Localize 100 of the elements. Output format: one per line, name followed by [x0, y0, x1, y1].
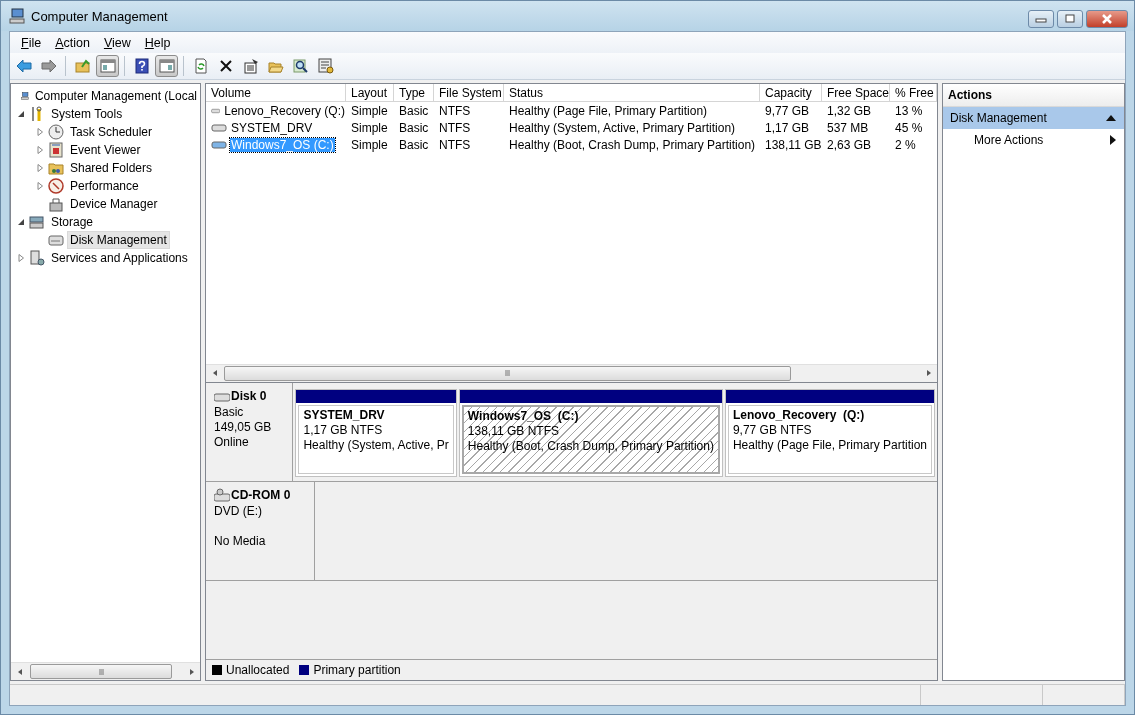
- clock-icon: [48, 124, 64, 140]
- collapsed-triangle-icon: [36, 128, 44, 136]
- tree-item[interactable]: Task Scheduler: [67, 123, 156, 141]
- shared-folder-icon: [48, 160, 64, 176]
- tree-item[interactable]: Disk Management: [67, 231, 170, 249]
- scroll-left-icon: [211, 369, 218, 377]
- column-header[interactable]: Capacity: [760, 84, 822, 102]
- action-pane-icon: [158, 58, 175, 74]
- collapsed-triangle-icon: [17, 254, 25, 262]
- table-cell: Basic: [399, 103, 429, 118]
- disk-name: CD-ROM 0: [231, 488, 291, 503]
- collapsed-triangle-icon: [36, 164, 44, 172]
- partition-status: Healthy (Boot, Crash Dump, Primary Partition): [467, 438, 714, 454]
- submenu-arrow-icon: [1110, 135, 1116, 145]
- collapsed-triangle-icon: [36, 146, 44, 154]
- scroll-left-icon: [16, 667, 23, 676]
- legend-label: Unallocated: [226, 663, 290, 677]
- column-header[interactable]: % Free: [890, 84, 937, 102]
- table-cell: Basic: [399, 137, 429, 152]
- performance-icon: [48, 178, 64, 194]
- menu-item[interactable]: Action: [48, 35, 97, 50]
- device-icon: [48, 196, 64, 212]
- disk-info: No Media: [214, 533, 267, 549]
- tree-item[interactable]: Event Viewer: [67, 141, 144, 159]
- partition-block[interactable]: Lenovo_Recovery (Q:) 9,77 GB NTFS Healthy (Page File, Primary Partition: [724, 388, 935, 477]
- partition-name: Lenovo_Recovery (Q:): [732, 407, 866, 423]
- tree-item[interactable]: Computer Management (Local: [31, 87, 200, 105]
- table-cell: 2,63 GB: [827, 137, 872, 152]
- tree-item[interactable]: Device Manager: [67, 195, 161, 213]
- table-cell: Healthy (Boot, Crash Dump, Primary Partition): [509, 137, 756, 152]
- horizontal-scrollbar[interactable]: [206, 363, 937, 382]
- action-link[interactable]: More Actions: [974, 133, 1044, 147]
- table-cell: 9,77 GB: [765, 103, 810, 118]
- table-cell: 45 %: [895, 120, 923, 135]
- partition-size: 1,17 GB NTFS: [303, 422, 384, 438]
- table-cell: Simple: [351, 137, 388, 152]
- menu-item[interactable]: File: [14, 35, 49, 50]
- partition-size: 138,11 GB NTFS: [467, 423, 560, 439]
- tools-icon: [29, 106, 45, 122]
- column-header[interactable]: Status: [504, 84, 760, 102]
- properties-icon: [242, 58, 259, 74]
- magnifier-icon: [292, 58, 309, 74]
- partition-name: Windows7_OS (C:): [467, 408, 580, 424]
- table-cell[interactable]: Lenovo_Recovery (Q:): [223, 103, 346, 118]
- scroll-right-icon: [188, 667, 195, 676]
- expanded-triangle-icon: [17, 218, 25, 226]
- grip-icon: [98, 668, 104, 675]
- maximize-button[interactable]: [1057, 10, 1083, 28]
- services-icon: [29, 250, 45, 266]
- close-icon: [1101, 14, 1113, 24]
- refresh-icon: [192, 58, 209, 74]
- column-header[interactable]: Layout: [346, 84, 394, 102]
- horizontal-scrollbar[interactable]: [11, 662, 200, 680]
- partition-status: Healthy (Page File, Primary Partition: [732, 437, 927, 453]
- tree-item[interactable]: Shared Folders: [67, 159, 156, 177]
- table-cell: Healthy (Page File, Primary Partition): [509, 103, 708, 118]
- storage-icon: [29, 214, 45, 230]
- tree-item[interactable]: Services and Applications: [48, 249, 191, 267]
- help-icon: [133, 58, 150, 74]
- partition-size: 9,77 GB NTFS: [732, 422, 813, 438]
- partition-block[interactable]: Windows7_OS (C:) 138,11 GB NTFS Healthy (Boot, Crash Dump, Primary Partition): [458, 388, 723, 477]
- table-cell: NTFS: [439, 103, 471, 118]
- tree-item[interactable]: Performance: [67, 177, 142, 195]
- menu-item[interactable]: Help: [137, 35, 178, 50]
- table-cell: 1,17 GB: [765, 120, 810, 135]
- scroll-right-icon: [925, 369, 932, 377]
- grip-icon: [505, 370, 510, 376]
- partition-block[interactable]: SYSTEM_DRV 1,17 GB NTFS Healthy (System, Active, Pr: [295, 388, 457, 477]
- settings-icon: [317, 58, 334, 74]
- column-header[interactable]: Volume: [206, 84, 346, 102]
- column-header[interactable]: File System: [434, 84, 504, 102]
- table-cell: 537 MB: [827, 120, 869, 135]
- forward-arrow-icon: [40, 58, 57, 74]
- column-header[interactable]: Type: [394, 84, 434, 102]
- table-cell: Simple: [351, 103, 388, 118]
- folder-up-icon: [74, 58, 91, 74]
- delete-icon: [217, 58, 234, 74]
- partition-name: SYSTEM_DRV: [303, 407, 386, 423]
- legend-label: Primary partition: [313, 663, 401, 677]
- table-cell: NTFS: [439, 137, 471, 152]
- table-cell: 1,32 GB: [827, 103, 872, 118]
- tree-item[interactable]: System Tools: [48, 105, 126, 123]
- close-button[interactable]: [1086, 10, 1128, 28]
- table-cell: Healthy (System, Active, Primary Partition): [509, 120, 736, 135]
- computer-icon: [9, 8, 25, 24]
- menu-item[interactable]: View: [96, 35, 138, 50]
- disk-name: Disk 0: [231, 389, 267, 404]
- minimize-button[interactable]: [1028, 10, 1054, 28]
- table-cell[interactable]: SYSTEM_DRV: [230, 120, 314, 135]
- collapsed-triangle-icon: [36, 182, 44, 190]
- back-arrow-icon: [15, 58, 32, 74]
- tree-item[interactable]: Storage: [48, 213, 97, 231]
- disk-info: 149,05 GB: [214, 419, 273, 435]
- disk-info: Online: [214, 434, 250, 450]
- column-header[interactable]: Free Space: [822, 84, 890, 102]
- event-log-icon: [48, 142, 64, 158]
- table-cell: NTFS: [439, 120, 471, 135]
- table-cell: Simple: [351, 120, 388, 135]
- partition-status: Healthy (System, Active, Pr: [303, 437, 449, 453]
- tree-pane-icon: [99, 58, 116, 74]
